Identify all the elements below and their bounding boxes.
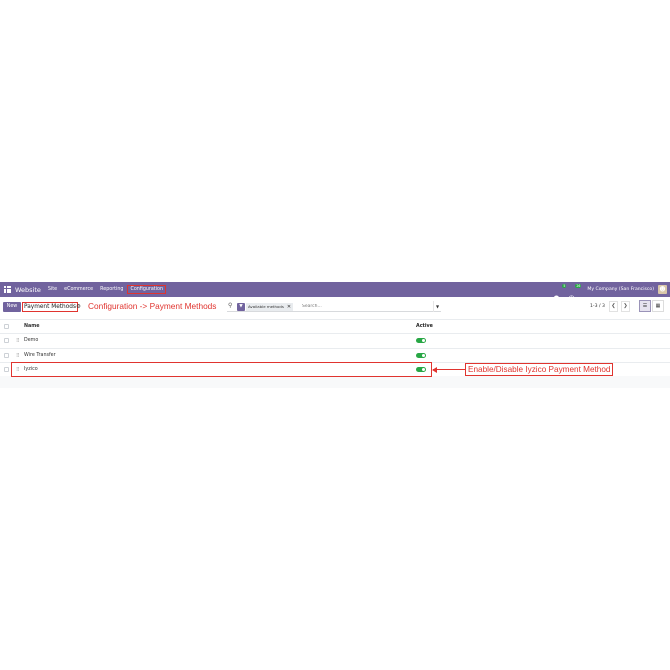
row-name: Demo	[24, 338, 39, 343]
row-checkbox[interactable]	[4, 367, 9, 372]
drag-handle-icon[interactable]: ⠿	[16, 337, 20, 345]
odoo-app: Website Site eCommerce Reporting Configu…	[0, 282, 670, 388]
page-title: Payment Methods	[22, 302, 78, 312]
activities-button[interactable]: ◷ 26	[568, 284, 582, 302]
search-facet: Available methods ✕	[246, 302, 294, 311]
top-navbar: Website Site eCommerce Reporting Configu…	[0, 282, 670, 302]
pager-next-button[interactable]: ❯	[621, 301, 630, 312]
active-toggle[interactable]	[416, 338, 426, 343]
annotation-arrow-line	[433, 369, 465, 370]
table-row[interactable]: ⠿ Wire Transfer	[0, 349, 670, 363]
select-all-checkbox[interactable]	[4, 324, 9, 329]
search-facet-label: Available methods	[248, 303, 284, 309]
pager-value[interactable]: 1-3 / 3	[590, 302, 605, 312]
annotation-arrow-head	[432, 366, 437, 373]
gear-icon[interactable]: ⚙	[76, 302, 81, 312]
list-view-icon: ☰	[642, 303, 648, 309]
company-switcher[interactable]: My Company (San Francisco)	[587, 287, 654, 292]
list-footer	[0, 376, 670, 388]
user-avatar[interactable]: ☻	[658, 285, 667, 294]
kanban-view-button[interactable]: ▦	[652, 300, 664, 312]
annotation-highlight-box	[11, 362, 432, 377]
menu-site[interactable]: Site	[48, 287, 57, 292]
pager-previous-button[interactable]: ❮	[609, 301, 618, 312]
caret-down-icon: ▼	[435, 304, 440, 309]
column-header-name[interactable]: Name	[24, 323, 40, 331]
search-input[interactable]	[302, 302, 427, 311]
annotation-toggle-note: Enable/Disable Iyzico Payment Method	[465, 363, 614, 376]
chevron-right-icon: ❯	[623, 303, 628, 309]
close-icon[interactable]: ✕	[287, 304, 291, 310]
messages-button[interactable]: ● 5	[553, 284, 567, 302]
annotation-config-path: Configuration -> Payment Methods	[88, 301, 217, 311]
row-checkbox[interactable]	[4, 352, 9, 358]
search-options-toggle[interactable]: ▼	[433, 301, 441, 312]
nav-right: ● 5 ◷ 26 My Company (San Francisco) ☻	[553, 282, 670, 302]
filter-icon: ▼	[237, 302, 245, 311]
menu-ecommerce[interactable]: eCommerce	[64, 287, 93, 292]
apps-menu-icon[interactable]	[4, 286, 11, 293]
kanban-view-icon: ▦	[655, 303, 661, 309]
new-button[interactable]: New	[3, 302, 21, 312]
menu-configuration[interactable]: Configuration	[127, 285, 166, 294]
user-avatar-icon: ☻	[659, 286, 666, 293]
list-view-button[interactable]: ☰	[639, 300, 651, 312]
column-header-active[interactable]: Active	[416, 323, 433, 331]
control-panel: New Payment Methods ⚙ Configuration -> P…	[0, 297, 670, 319]
messages-badge: 5	[562, 284, 567, 288]
app-brand[interactable]: Website	[15, 286, 41, 294]
search-bar: ⚲ ▼ Available methods✕ ▼	[227, 301, 441, 312]
search-icon[interactable]: ⚲	[228, 302, 232, 309]
row-checkbox[interactable]	[4, 338, 9, 343]
chevron-left-icon: ❮	[611, 303, 616, 309]
drag-handle-icon[interactable]: ⠿	[16, 352, 20, 360]
active-toggle[interactable]	[416, 352, 426, 358]
table-header: Name Active	[0, 319, 670, 334]
activities-badge: 26	[575, 284, 582, 288]
nav-left: Website Site eCommerce Reporting Configu…	[0, 282, 173, 297]
row-name: Wire Transfer	[24, 352, 56, 358]
table-row[interactable]: ⠿ Demo	[0, 334, 670, 349]
menu-reporting[interactable]: Reporting	[100, 287, 123, 292]
